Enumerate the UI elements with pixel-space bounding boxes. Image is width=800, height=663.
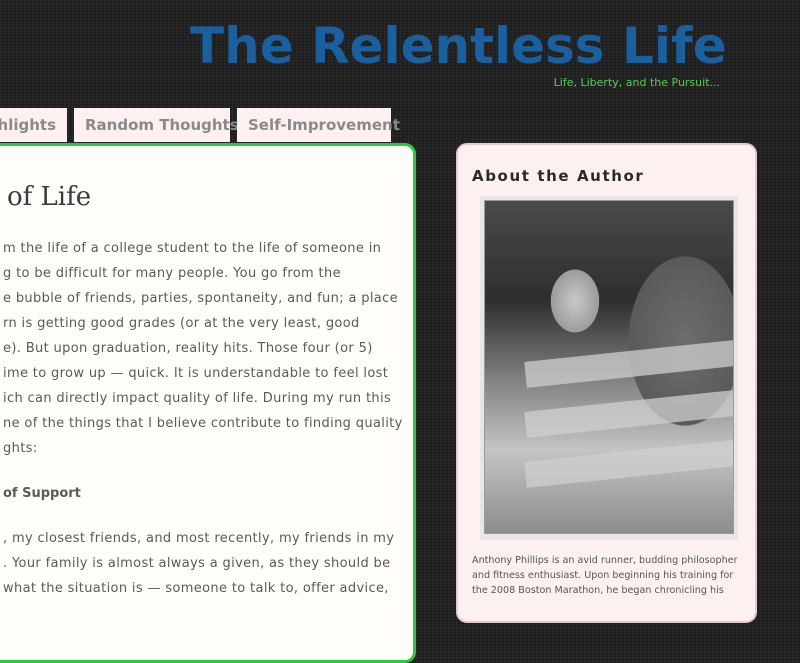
- post-panel: of Life m the life of a college student …: [0, 143, 416, 663]
- post-line: g to be difficult for many people. You g…: [3, 266, 341, 281]
- author-photo: [484, 200, 734, 534]
- post-line: e bubble of friends, parties, spontaneit…: [3, 291, 398, 306]
- post-line: what the situation is — someone to talk …: [3, 581, 389, 596]
- post-line: . Your family is almost always a given, …: [3, 556, 391, 571]
- post-body: m the life of a college student to the l…: [0, 146, 413, 660]
- post-line: rn is getting good grades (or at the ver…: [3, 316, 360, 331]
- site-title[interactable]: The Relentless Life: [190, 14, 727, 78]
- post-line: ne of the things that I believe contribu…: [3, 416, 403, 431]
- about-author-widget: About the Author Anthony Phillips is an …: [456, 143, 757, 623]
- tab-random-thoughts[interactable]: Random Thoughts: [74, 108, 239, 142]
- post-line: e). But upon graduation, reality hits. T…: [3, 341, 373, 356]
- post-line: ich can directly impact quality of life.…: [3, 391, 392, 406]
- author-photo-frame: [480, 196, 738, 540]
- post-line: m the life of a college student to the l…: [3, 241, 382, 256]
- post-line: ghts:: [3, 441, 38, 456]
- tab-highlights[interactable]: ghlights: [0, 108, 67, 142]
- post-line: ime to grow up — quick. It is understand…: [3, 366, 389, 381]
- post-line: , my closest friends, and most recently,…: [3, 531, 395, 546]
- about-author-heading: About the Author: [472, 167, 645, 185]
- tab-self-improvement[interactable]: Self-Improvement: [237, 108, 400, 142]
- photo-detail: [524, 440, 733, 488]
- photo-detail: [524, 390, 733, 438]
- post-subheading: of Support: [3, 486, 81, 501]
- site-tagline: Life, Liberty, and the Pursuit...: [553, 76, 720, 89]
- photo-detail: [524, 340, 733, 388]
- author-bio: Anthony Phillips is an avid runner, budd…: [472, 555, 738, 596]
